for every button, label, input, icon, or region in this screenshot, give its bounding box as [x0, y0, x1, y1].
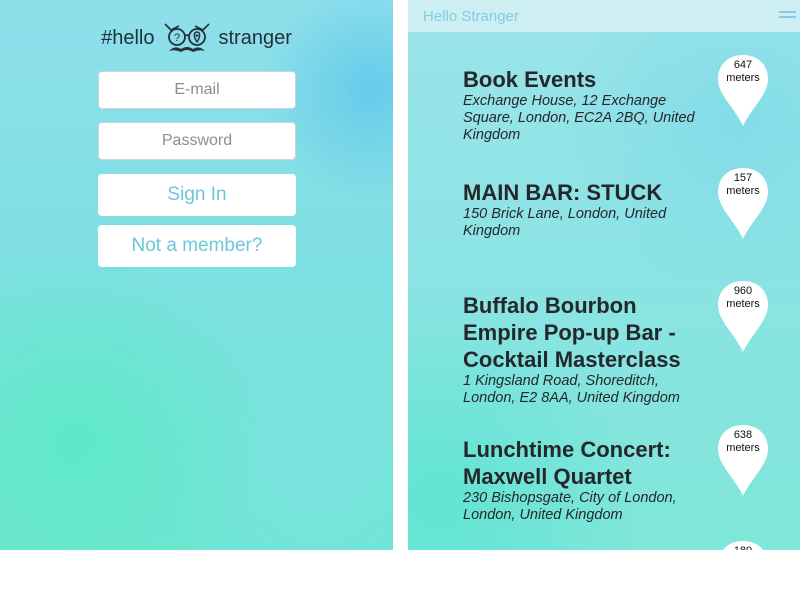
distance-pin: 647 meters	[716, 0, 770, 126]
brand-stranger-text: stranger	[218, 27, 292, 49]
event-title: Lunchtime Concert: Maxwell Quartet	[463, 437, 671, 489]
distance-unit: meters	[726, 72, 760, 84]
distance-value: 647	[733, 59, 753, 71]
distance-unit: meters	[726, 298, 760, 310]
distance-value: 180	[716, 545, 770, 550]
app-title: Hello Stranger	[423, 8, 519, 25]
distance-value: 638	[733, 429, 753, 441]
event-title: MAIN BAR: STUCK	[463, 180, 663, 205]
event-item[interactable]: Buffalo Bourbon Empire Pop-up Bar - Cock…	[463, 292, 713, 407]
password-input[interactable]	[99, 122, 295, 160]
mustache-glasses-logo-icon: ?	[163, 23, 210, 52]
email-field[interactable]	[98, 71, 296, 109]
distance-pin: 960 meters	[716, 226, 770, 352]
event-address: Exchange House, 12 Exchange Square, Lond…	[463, 93, 695, 143]
distance-pin: 157 meters	[716, 113, 770, 239]
brand-header: #hello ? stranger	[0, 18, 393, 58]
event-address: 1 Kingsland Road, Shoreditch, London, E2…	[463, 373, 680, 406]
distance-value: 157	[733, 172, 753, 184]
event-item[interactable]: Book Events Exchange House, 12 Exchange …	[463, 66, 713, 144]
distance-value: 960	[733, 285, 753, 297]
sign-in-button[interactable]: Sign In	[98, 174, 296, 216]
brand-hello-text: #hello	[101, 27, 155, 49]
login-screen: #hello ? stranger Sign In Not a member?	[0, 0, 393, 550]
events-screen: Hello Stranger Book Events Exchange Hous…	[408, 0, 800, 550]
distance-pin-partial: 180	[716, 486, 770, 550]
event-item[interactable]: MAIN BAR: STUCK 150 Brick Lane, London, …	[463, 179, 713, 240]
hamburger-menu-icon[interactable]	[779, 11, 796, 20]
distance-unit: meters	[726, 185, 760, 197]
distance-pin: 638 meters	[716, 370, 770, 496]
event-title: Buffalo Bourbon Empire Pop-up Bar - Cock…	[463, 293, 681, 372]
event-address: 150 Brick Lane, London, United Kingdom	[463, 206, 667, 239]
event-address: 230 Bishopsgate, City of London, London,…	[463, 490, 677, 523]
distance-unit: meters	[726, 442, 760, 454]
svg-text:?: ?	[173, 32, 179, 44]
not-a-member-button[interactable]: Not a member?	[98, 225, 296, 267]
event-title: Book Events	[463, 67, 597, 92]
password-field[interactable]	[98, 122, 296, 160]
event-item[interactable]: Lunchtime Concert: Maxwell Quartet 230 B…	[463, 436, 713, 524]
email-input[interactable]	[99, 71, 295, 109]
